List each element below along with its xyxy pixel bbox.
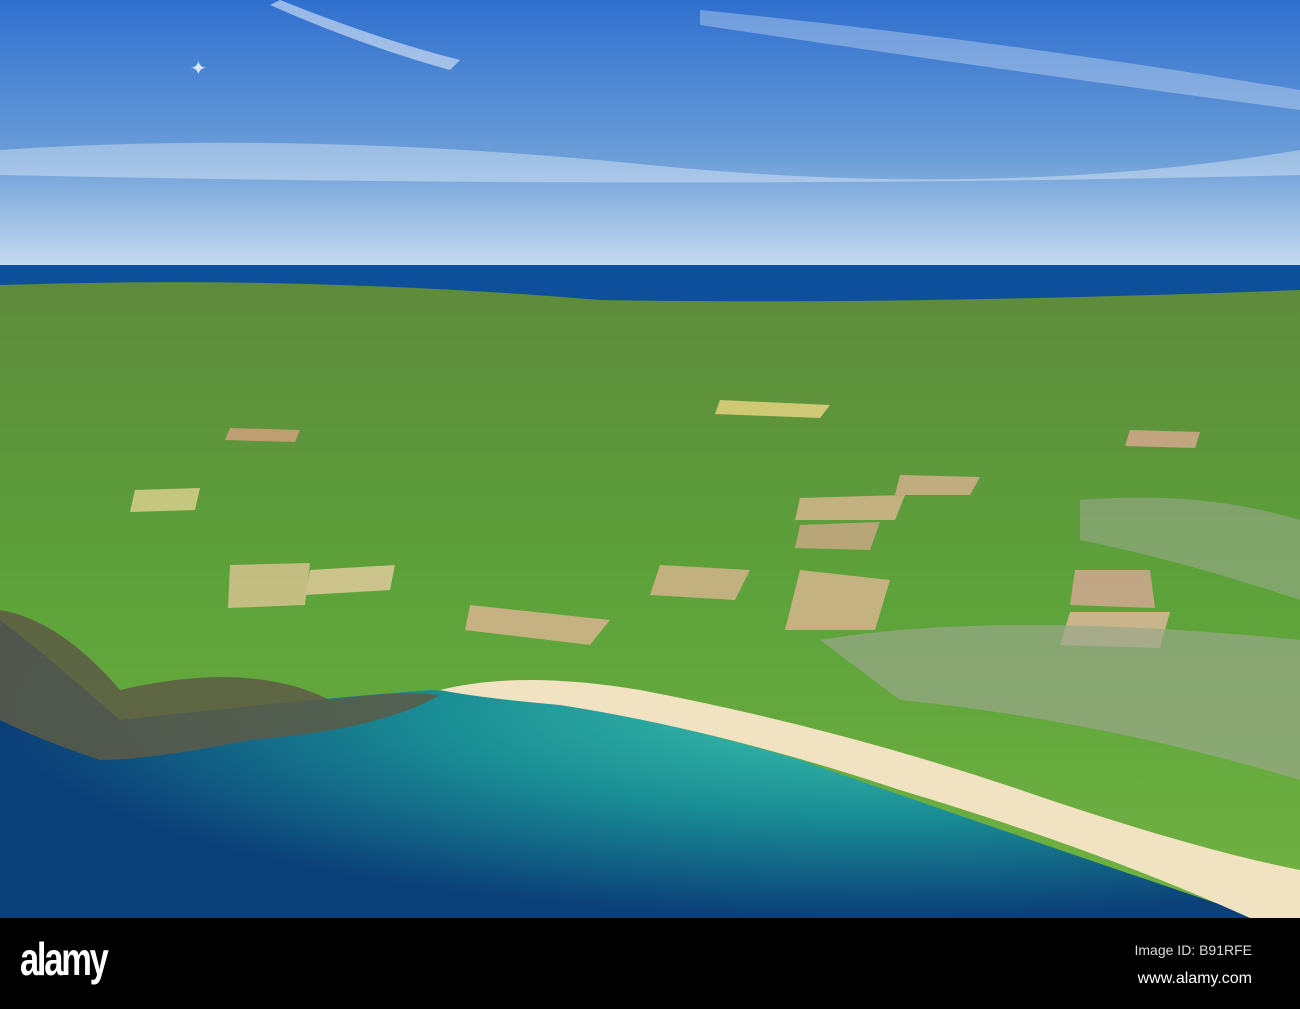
alamy-logo: alamy [20,933,109,985]
svg-text:✦: ✦ [190,58,207,80]
sky [0,0,1300,268]
image-id: Image ID: B91RFE [1134,942,1253,958]
site-url: www.alamy.com [1137,970,1252,987]
watermark-logos: ✦ [190,58,207,80]
photo-page: ✦ alamy Image ID: B91RFE www.alamy.com [0,0,1300,1009]
aerial-coastal-photo: ✦ [0,0,1300,918]
watermark-bar: alamy Image ID: B91RFE www.alamy.com [0,918,1300,1009]
